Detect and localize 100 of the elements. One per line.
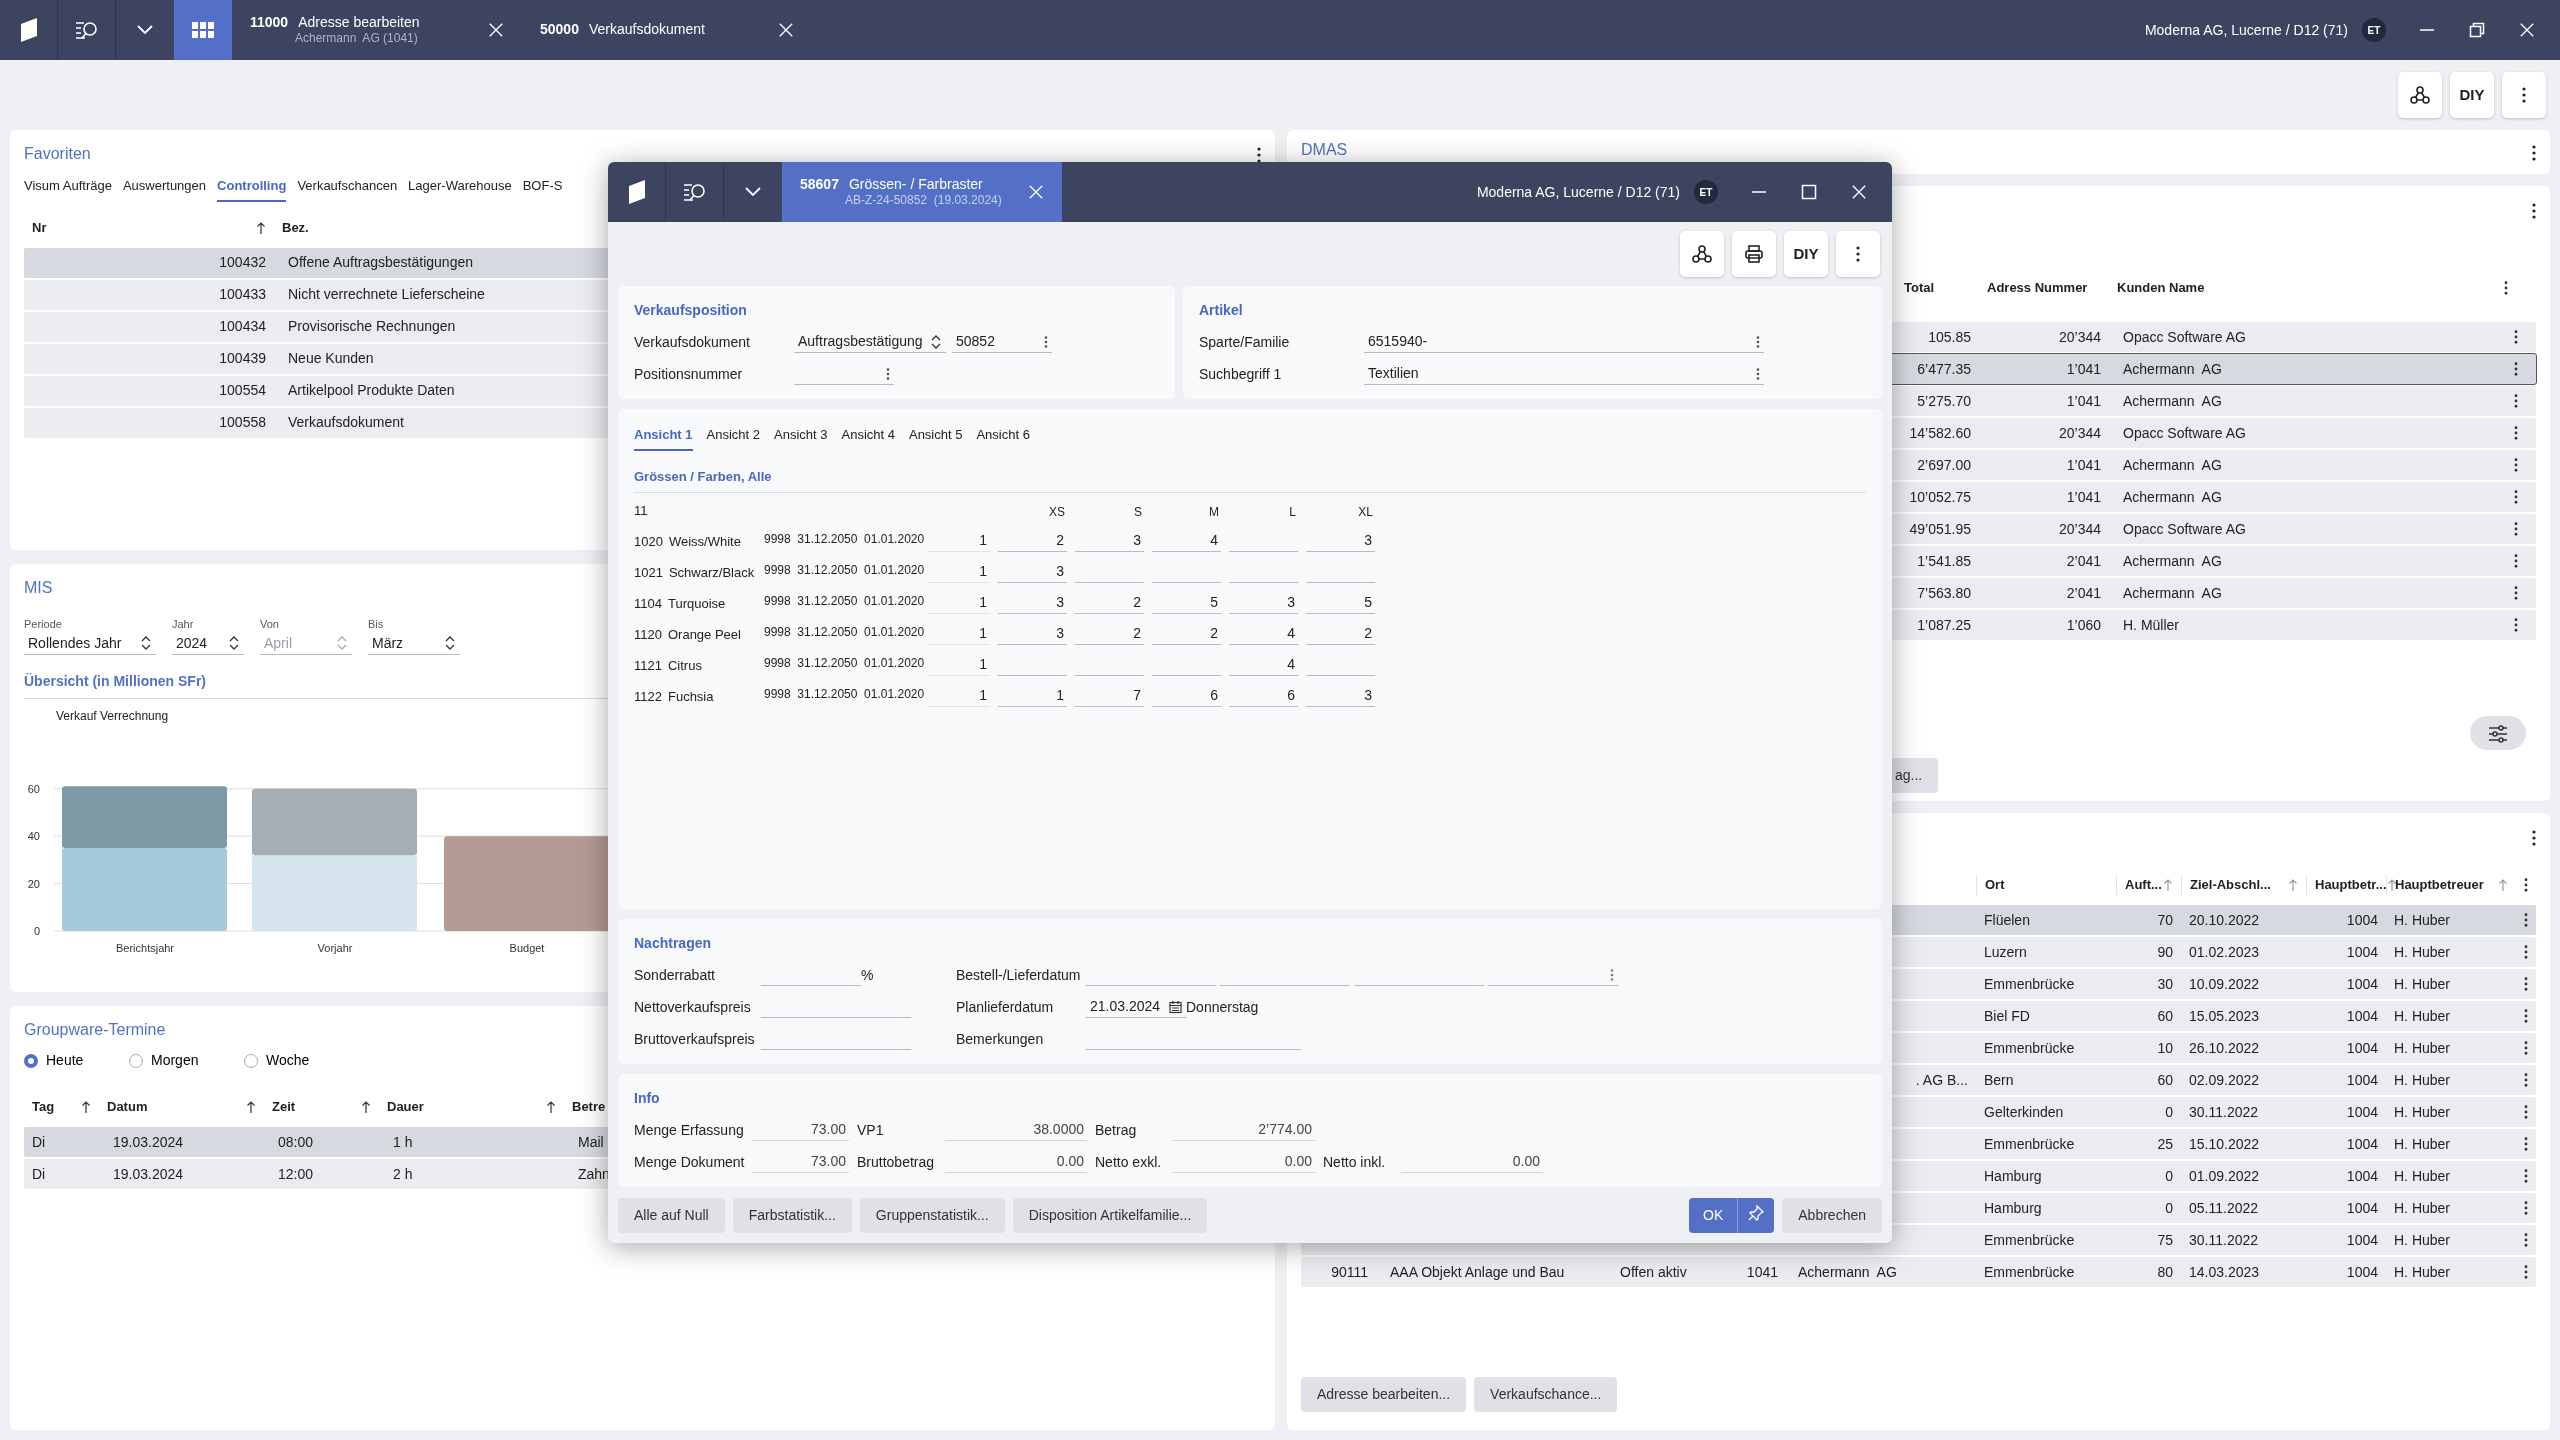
table-cell-text: 20’344: [2057, 327, 2102, 347]
validity-text: 9998 31.12.2050 01.01.2020: [764, 530, 924, 548]
table-cell-text: H. Huber: [2393, 1134, 2452, 1154]
table-cell-text: 1’087.25: [1916, 615, 1972, 635]
table-cell-text: 20’344: [2057, 423, 2102, 443]
tab-number: 50000: [540, 21, 579, 38]
table-cell-text: Bern: [1983, 1070, 2015, 1090]
table-cell-text: Di: [31, 1132, 47, 1152]
color-code: 1104: [634, 596, 662, 611]
table-cell-text: Mail: [577, 1132, 605, 1152]
table-cell-text: Opacc Software AG: [2122, 327, 2247, 347]
table-cell-text: 25: [2156, 1134, 2174, 1154]
table-cell-text: H. Huber: [2393, 974, 2452, 994]
field-label: Bruttoverkaufspreis: [634, 1029, 756, 1049]
field-label: Sonderrabatt: [634, 965, 716, 985]
table-cell-text: 1’041: [2065, 487, 2102, 507]
field-label: Suchbegriff 1: [1199, 364, 1283, 384]
validity-text: 9998 31.12.2050 01.01.2020: [764, 561, 924, 579]
table-cell-text: Emmenbrücke: [1983, 1262, 2076, 1282]
tab-number: 11000: [250, 13, 289, 30]
table-cell-text: 1004: [2345, 1134, 2379, 1154]
table-cell-text: 1004: [2345, 1198, 2379, 1218]
table-cell-text: 75: [2156, 1230, 2174, 1250]
table-cell-text: Opacc Software AG: [2122, 519, 2247, 539]
table-cell-text: 1004: [2345, 1230, 2379, 1250]
field-label: Nettoverkaufspreis: [634, 997, 752, 1017]
readonly-field: 0.00: [1401, 1151, 1543, 1173]
tab-subtitle: Achermann AG (1041): [294, 31, 419, 47]
color-name: Weiss/White: [668, 534, 741, 549]
tab-title: Verkaufsdokument: [588, 21, 705, 38]
table-cell-text: 90111: [1330, 1262, 1369, 1282]
table-cell-text: H. Huber: [2393, 1038, 2452, 1058]
axis-category-label: Vorjahr: [317, 941, 353, 954]
table-cell-text: 1004: [2345, 1070, 2379, 1090]
table-cell-text: 100558: [218, 413, 267, 432]
color-code: 1121: [634, 658, 662, 673]
table-cell-text: Achermann AG: [2122, 359, 2223, 379]
table-cell-text: 20’344: [2057, 519, 2102, 539]
table-cell-text: 100434: [218, 317, 267, 336]
table-cell-text: 1004: [2345, 1038, 2379, 1058]
color-name: Schwarz/Black: [668, 565, 755, 580]
readonly-field: 0.00: [945, 1151, 1087, 1173]
table-cell-text: 1’041: [2065, 455, 2102, 475]
panel-title: MIS: [24, 578, 53, 598]
table-cell-text: 30.11.2022: [2188, 1230, 2260, 1250]
chart-title: Verkauf Verrechnung: [56, 707, 169, 725]
table-cell-text: H. Huber: [2393, 1230, 2452, 1250]
table-cell-text: Emmenbrücke: [1983, 974, 2076, 994]
table-cell-text: Achermann AG: [2122, 583, 2223, 603]
table-cell-text: 60: [2156, 1070, 2174, 1090]
field-label: Bruttobetrag: [857, 1152, 936, 1172]
field-label: Verkaufsdokument: [634, 332, 751, 352]
validity-text: 9998 31.12.2050 01.01.2020: [764, 623, 924, 641]
table-cell-text: 2’697.00: [1916, 455, 1972, 475]
tab-subtitle: AB-Z-24-50852 (19.03.2024): [844, 193, 1003, 209]
table-cell-text: Di: [31, 1164, 47, 1184]
axis-category-label: Berichtsjahr: [115, 941, 175, 954]
table-cell-text: Emmenbrücke: [1983, 1038, 2076, 1058]
table-cell-text: 1004: [2345, 942, 2379, 962]
section-title: Nachtragen: [634, 935, 712, 951]
field-label: Jahr: [172, 617, 195, 632]
table-cell-text: Emmenbrücke: [1983, 1134, 2076, 1154]
table-cell-text: Nicht verrechnete Lieferscheine: [287, 285, 486, 304]
table-cell-text: 0: [2164, 1198, 2174, 1218]
table-cell-text: Offen aktiv: [1619, 1262, 1688, 1282]
table-cell-text: 60: [2156, 1006, 2174, 1026]
axis-tick-label: 40: [27, 829, 40, 842]
unit-label: %: [861, 965, 874, 985]
field-label: Betrag: [1095, 1120, 1138, 1140]
table-cell-text: 1004: [2345, 1102, 2379, 1122]
field-label: Netto exkl.: [1095, 1152, 1163, 1172]
field-label: Planlieferdatum: [956, 997, 1055, 1017]
table-cell-text: H. Müller: [2122, 615, 2180, 635]
table-cell-text: Offene Auftragsbestätigungen: [287, 253, 474, 272]
table-cell-text: 1004: [2345, 1006, 2379, 1026]
table-cell-text: Achermann AG: [2122, 551, 2223, 571]
field-label: Bis: [368, 617, 385, 632]
table-cell-text: Achermann AG: [2122, 391, 2223, 411]
readonly-field: 38.0000: [945, 1119, 1087, 1141]
table-cell-text: 30: [2156, 974, 2174, 994]
table-cell-text: 02.09.2022: [2188, 1070, 2261, 1090]
table-cell-text: Hamburg: [1983, 1166, 2043, 1186]
table-cell-text: Verkaufsdokument: [287, 413, 405, 432]
axis-category-label: Budget: [509, 941, 545, 954]
table-cell-text: 0: [2164, 1166, 2174, 1186]
color-code: 1020: [634, 534, 663, 549]
table-cell-text: 1’041: [2065, 391, 2102, 411]
size-header: S: [1133, 503, 1143, 521]
tab-title: Grössen- / Farbraster: [848, 175, 983, 192]
table-cell-text: 1’041: [2065, 359, 2102, 379]
axis-tick-label: 0: [33, 924, 40, 937]
section-title: Verkaufsposition: [634, 302, 747, 318]
axis-tick-label: 60: [27, 782, 40, 795]
table-cell-text: H. Huber: [2393, 942, 2452, 962]
table-cell-text: AAA Objekt Anlage und Bau: [1389, 1262, 1566, 1282]
table-cell-text: 30.11.2022: [2188, 1102, 2260, 1122]
table-cell-text: 10.09.2022: [2188, 974, 2261, 994]
table-cell-text: 19.03.2024: [112, 1132, 185, 1152]
field-label: VP1: [857, 1120, 885, 1140]
table-cell-text: 1 h: [392, 1132, 414, 1152]
